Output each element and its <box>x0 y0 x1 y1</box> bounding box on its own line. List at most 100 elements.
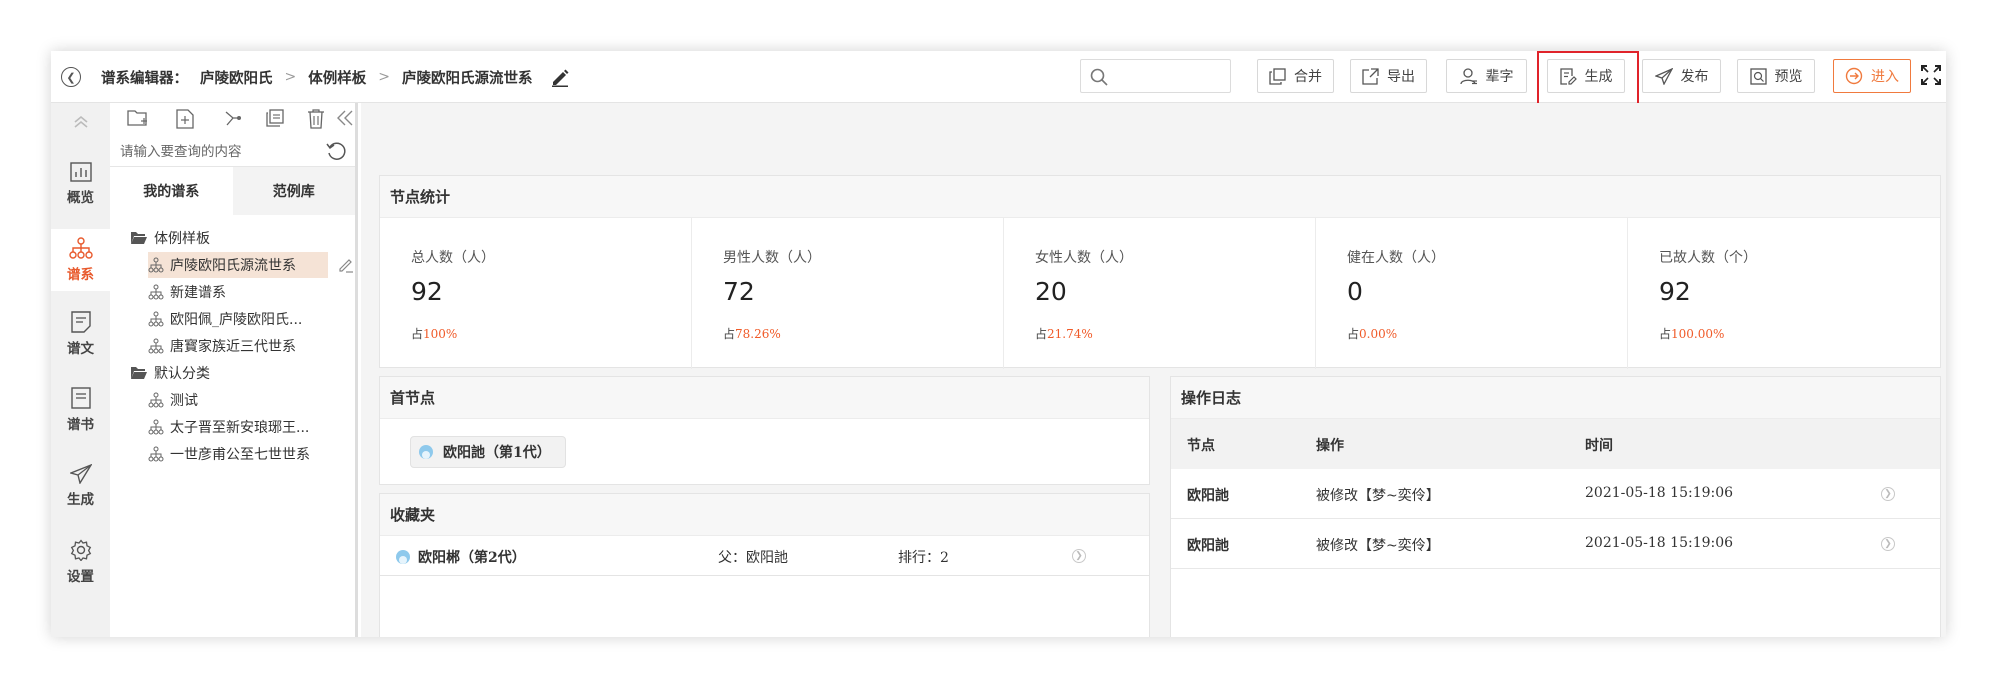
search-box[interactable] <box>1080 59 1231 93</box>
tree-item[interactable]: 太子晋至新安琅琊王... <box>148 414 317 440</box>
enter-button[interactable]: 进入 <box>1833 59 1911 93</box>
editor-label: 谱系编辑器： <box>101 69 188 87</box>
chevron-right-icon[interactable]: ❯ <box>1881 487 1895 501</box>
tree-toolbar <box>110 103 358 135</box>
send-icon <box>69 464 92 484</box>
send-icon <box>1654 67 1673 85</box>
breadcrumb: 谱系编辑器： 庐陵欧阳氏 > 体例样板 > 庐陵欧阳氏源流世系 <box>101 51 570 103</box>
preview-icon <box>1749 67 1767 85</box>
tree-icon <box>148 257 164 273</box>
new-folder-icon[interactable] <box>127 109 149 131</box>
favorite-row[interactable]: 欧阳郴（第2代） 父：欧阳訑 排行：2 ❯ <box>380 536 1149 576</box>
chevron-up-icon[interactable] <box>73 115 89 129</box>
tree-item[interactable]: 庐陵欧阳氏源流世系 <box>148 252 328 278</box>
app-window: ❮ 谱系编辑器： 庐陵欧阳氏 > 体例样板 > 庐陵欧阳氏源流世系 合并 导出 … <box>51 51 1946 637</box>
tree-icon <box>148 284 164 300</box>
main-content: 节点统计 总人数（人） 92 占100% 男性人数（人） 72 占78.26% … <box>361 103 1946 637</box>
file-edit-icon <box>1559 67 1577 85</box>
copy-icon <box>1269 67 1286 85</box>
tree-folder[interactable]: 体例样板 <box>130 225 210 251</box>
chart-icon <box>69 162 92 182</box>
pencil-icon[interactable] <box>550 67 570 87</box>
avatar <box>419 445 433 459</box>
stat-deceased: 已故人数（个） 92 占100.00% <box>1659 250 1757 341</box>
folder-open-icon <box>131 232 147 244</box>
lineage-tree-panel: 我的谱系 范例库 体例样板 庐陵欧阳氏源流世系 新建谱系 欧阳佩_庐陵欧阳氏..… <box>110 103 358 637</box>
document-icon <box>70 311 91 333</box>
refresh-icon[interactable] <box>326 141 346 161</box>
side-rail: 概览 谱系 谱文 谱书 生成 设置 <box>51 103 110 637</box>
card-title: 收藏夹 <box>380 494 1149 536</box>
breadcrumb-item-2[interactable]: 体例样板 <box>308 67 366 88</box>
tree-tabs: 我的谱系 范例库 <box>110 167 355 215</box>
tree-icon <box>148 392 164 408</box>
tree-icon <box>148 446 164 462</box>
publish-button[interactable]: 发布 <box>1642 59 1721 93</box>
collapse-panel-icon[interactable] <box>336 109 354 131</box>
fullscreen-icon[interactable] <box>1921 65 1941 85</box>
tree-item[interactable]: 一世彦甫公至七世世系 <box>148 441 318 467</box>
rail-item-text[interactable]: 谱文 <box>51 303 110 365</box>
breadcrumb-separator: > <box>284 69 297 85</box>
rail-item-generate[interactable]: 生成 <box>51 455 110 517</box>
merge-button[interactable]: 合并 <box>1257 59 1334 93</box>
rail-item-lineage[interactable]: 谱系 <box>51 229 110 291</box>
tree-icon <box>148 338 164 354</box>
tab-example-library[interactable]: 范例库 <box>232 167 355 215</box>
stat-female: 女性人数（人） 20 占21.74% <box>1004 218 1316 369</box>
tree-item[interactable]: 欧阳佩_庐陵欧阳氏... <box>148 306 310 332</box>
favorites-card: 收藏夹 欧阳郴（第2代） 父：欧阳訑 排行：2 ❯ <box>379 493 1150 637</box>
rail-item-settings[interactable]: 设置 <box>51 531 110 593</box>
export-button[interactable]: 导出 <box>1350 59 1427 93</box>
edit-icon[interactable] <box>338 257 354 273</box>
chevron-right-icon[interactable]: ❯ <box>1881 537 1895 551</box>
tree-item[interactable]: 测试 <box>148 387 206 413</box>
breadcrumb-separator: > <box>378 69 390 85</box>
table-row[interactable]: 欧阳訑 被修改【梦~奕伶】 2021-05-18 15:19:06 ❯ <box>1171 469 1940 519</box>
top-bar: ❮ 谱系编辑器： 庐陵欧阳氏 > 体例样板 > 庐陵欧阳氏源流世系 合并 导出 … <box>51 51 1946 110</box>
gear-icon <box>70 539 91 561</box>
avatar <box>396 550 410 564</box>
search-icon <box>1090 68 1108 86</box>
export-icon <box>1362 67 1379 85</box>
arrow-circle-icon <box>1845 67 1863 85</box>
stat-total: 总人数（人） 92 占100% <box>380 218 692 369</box>
stat-male: 男性人数（人） 72 占78.26% <box>692 218 1004 369</box>
card-title: 操作日志 <box>1171 377 1940 419</box>
preview-button[interactable]: 预览 <box>1737 59 1815 93</box>
generation-char-button[interactable]: 辈字 <box>1446 59 1527 93</box>
tree-item[interactable]: 新建谱系 <box>148 279 234 305</box>
tree-search-box[interactable] <box>110 135 355 167</box>
stat-living: 健在人数（人） 0 占0.00% <box>1316 218 1628 369</box>
card-title: 首节点 <box>380 377 1149 419</box>
breadcrumb-item-3: 庐陵欧阳氏源流世系 <box>401 69 533 87</box>
node-stats-card: 节点统计 总人数（人） 92 占100% 男性人数（人） 72 占78.26% … <box>379 175 1941 369</box>
card-title: 节点统计 <box>380 176 1940 218</box>
tree-icon <box>148 419 164 435</box>
user-icon <box>1459 67 1477 84</box>
back-icon[interactable]: ❮ <box>61 67 81 87</box>
chevron-right-icon[interactable]: ❯ <box>1072 549 1086 563</box>
book-icon <box>70 387 91 409</box>
rail-item-overview[interactable]: 概览 <box>51 153 110 215</box>
table-row[interactable]: 欧阳訑 被修改【梦~奕伶】 2021-05-18 15:19:06 ❯ <box>1171 519 1940 569</box>
generate-button[interactable]: 生成 <box>1547 59 1625 93</box>
search-input[interactable] <box>1115 64 1225 88</box>
rail-item-book[interactable]: 谱书 <box>51 379 110 441</box>
operation-log-card: 操作日志 节点 操作 时间 欧阳訑 被修改【梦~奕伶】 2021-05-18 1… <box>1170 376 1941 637</box>
tab-my-lineage[interactable]: 我的谱系 <box>110 167 233 215</box>
tree-search-input[interactable] <box>120 139 320 163</box>
branch-icon[interactable] <box>224 109 242 131</box>
copy-icon[interactable] <box>266 109 284 131</box>
breadcrumb-item-1[interactable]: 庐陵欧阳氏 <box>200 67 273 88</box>
new-file-icon[interactable] <box>176 109 194 133</box>
trash-icon[interactable] <box>307 109 325 133</box>
first-node-card: 首节点 欧阳訑（第1代） <box>379 376 1150 485</box>
tree-icon <box>68 237 93 259</box>
tree-item[interactable]: 唐寳家族近三代世系 <box>148 333 304 359</box>
log-table-header: 节点 操作 时间 <box>1171 419 1940 469</box>
folder-open-icon <box>131 367 147 379</box>
tree-folder[interactable]: 默认分类 <box>130 360 210 386</box>
first-node-chip[interactable]: 欧阳訑（第1代） <box>410 436 566 468</box>
tree-icon <box>148 311 164 327</box>
